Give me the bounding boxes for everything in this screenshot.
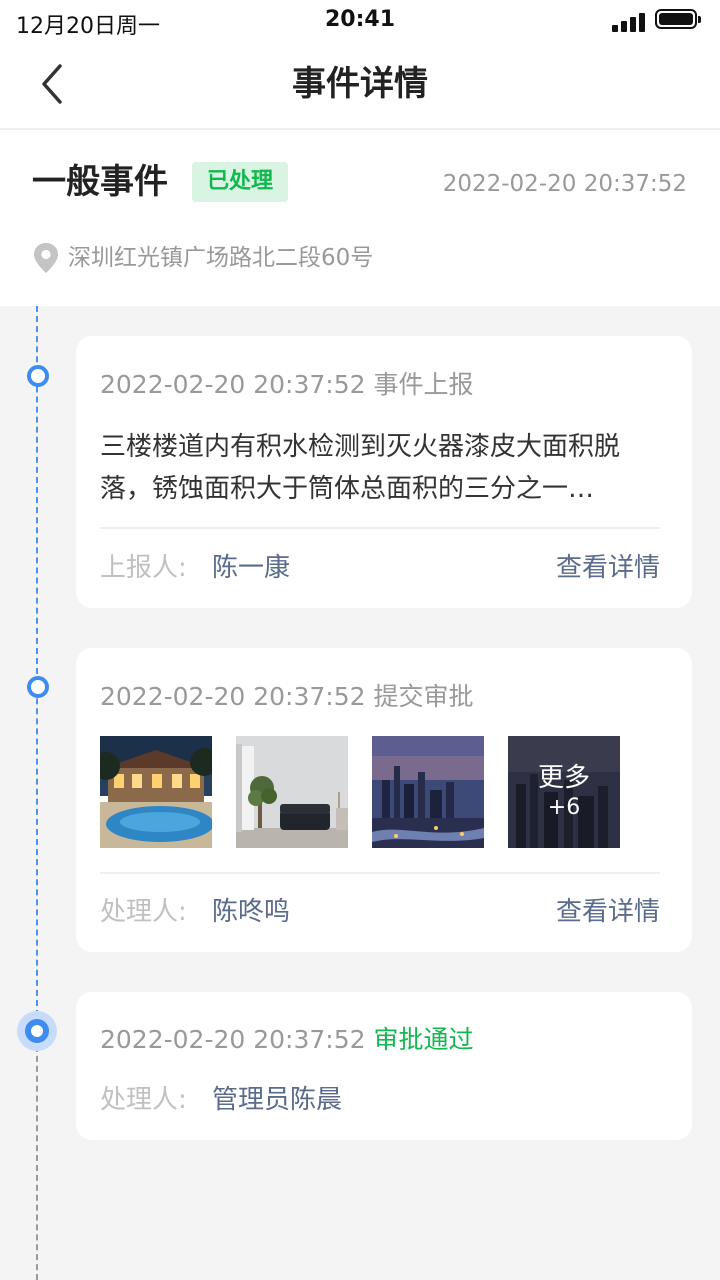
card-description: 三楼楼道内有积水检测到灭火器漆皮大面积脱落，锈蚀面积大于筒体总面积的三分之一… — [100, 432, 621, 504]
handler-label: 处理人: — [100, 897, 187, 927]
card-action: 审批通过 — [373, 1025, 474, 1054]
timeline-dot — [27, 365, 49, 387]
more-images-label: 更多 — [537, 763, 590, 793]
nav-divider — [0, 128, 720, 130]
view-details-link[interactable]: 查看详情 — [556, 894, 660, 930]
more-images-count: +6 — [547, 795, 581, 820]
handler-name: 管理员陈晨 — [212, 1085, 343, 1115]
handler-name: 陈咚鸣 — [212, 897, 291, 927]
card-action: 提交审批 — [373, 682, 474, 711]
location-pin-icon — [33, 243, 59, 273]
timeline-line — [36, 306, 38, 1016]
card-header: 2022-02-20 20:37:52 审批通过 — [100, 1023, 473, 1057]
card-header: 2022-02-20 20:37:52 事件上报 — [100, 368, 473, 402]
card-header: 2022-02-20 20:37:52 提交审批 — [100, 680, 473, 714]
timeline-line-pending — [36, 1046, 38, 1280]
more-images-overlay[interactable]: 更多 +6 — [508, 736, 620, 848]
pool-villa-photo[interactable] — [100, 736, 212, 848]
event-address: 深圳红光镇广场路北二段60号 — [68, 245, 374, 271]
reporter-label: 上报人: — [100, 553, 187, 583]
handler-label: 处理人: — [100, 1085, 187, 1115]
timeline-card: 2022-02-20 20:37:52 审批通过 处理人: 管理员陈晨 — [76, 992, 692, 1140]
event-title: 一般事件 — [32, 162, 168, 202]
card-divider — [100, 872, 660, 874]
card-divider — [100, 527, 660, 529]
timeline-dot — [27, 676, 49, 698]
page-title: 事件详情 — [292, 64, 428, 104]
status-badge: 已处理 — [192, 162, 288, 202]
city-night-photo[interactable]: 更多 +6 — [508, 736, 620, 848]
card-time: 2022-02-20 20:37:52 — [100, 370, 366, 399]
view-details-link[interactable]: 查看详情 — [556, 550, 660, 586]
city-skyline-photo[interactable] — [372, 736, 484, 848]
signal-icon — [612, 10, 646, 32]
living-room-photo[interactable] — [236, 736, 348, 848]
card-time: 2022-02-20 20:37:52 — [100, 682, 366, 711]
timeline-card: 2022-02-20 20:37:52 提交审批 更多 +6 处理人: 陈咚鸣 … — [76, 648, 692, 952]
event-time: 2022-02-20 20:37:52 — [442, 171, 687, 197]
card-time: 2022-02-20 20:37:52 — [100, 1025, 366, 1054]
timeline-dot-active — [25, 1019, 49, 1043]
timeline-card: 2022-02-20 20:37:52 事件上报 三楼楼道内有积水检测到灭火器漆… — [76, 336, 692, 608]
battery-icon — [655, 9, 701, 29]
reporter-name: 陈一康 — [212, 553, 291, 583]
card-action: 事件上报 — [373, 370, 474, 399]
